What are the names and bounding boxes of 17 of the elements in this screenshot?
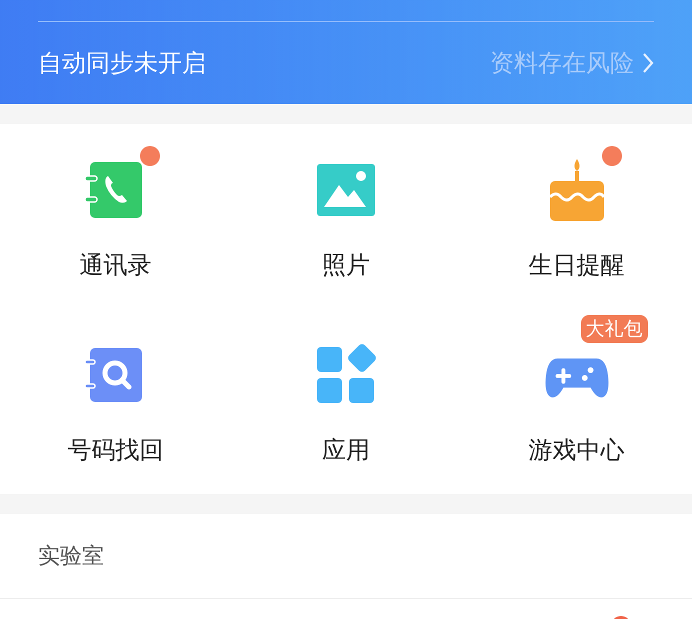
feature-label: 应用 xyxy=(322,435,370,466)
feature-tile[interactable]: 大礼包 游戏中心 xyxy=(461,309,692,494)
feature-label: 游戏中心 xyxy=(528,435,625,466)
feature-label: 生日提醒 xyxy=(528,250,625,281)
gift-badge: 大礼包 xyxy=(580,315,648,343)
apps-icon xyxy=(314,344,377,406)
feature-tile[interactable]: 应用 xyxy=(230,309,462,494)
feature-label: 照片 xyxy=(322,250,370,281)
feature-tile[interactable]: 照片 xyxy=(230,124,462,309)
section-title: 实验室 xyxy=(38,542,104,570)
feature-tile[interactable]: 生日提醒 xyxy=(461,124,692,309)
sync-status: 自动同步未开启 xyxy=(38,48,206,79)
feature-label: 号码找回 xyxy=(67,435,164,466)
feature-tile[interactable]: 号码找回 xyxy=(0,309,231,494)
chevron-right-icon xyxy=(642,52,654,74)
feature-label: 通讯录 xyxy=(79,250,152,281)
feature-tile[interactable]: 通讯录 xyxy=(0,124,231,309)
